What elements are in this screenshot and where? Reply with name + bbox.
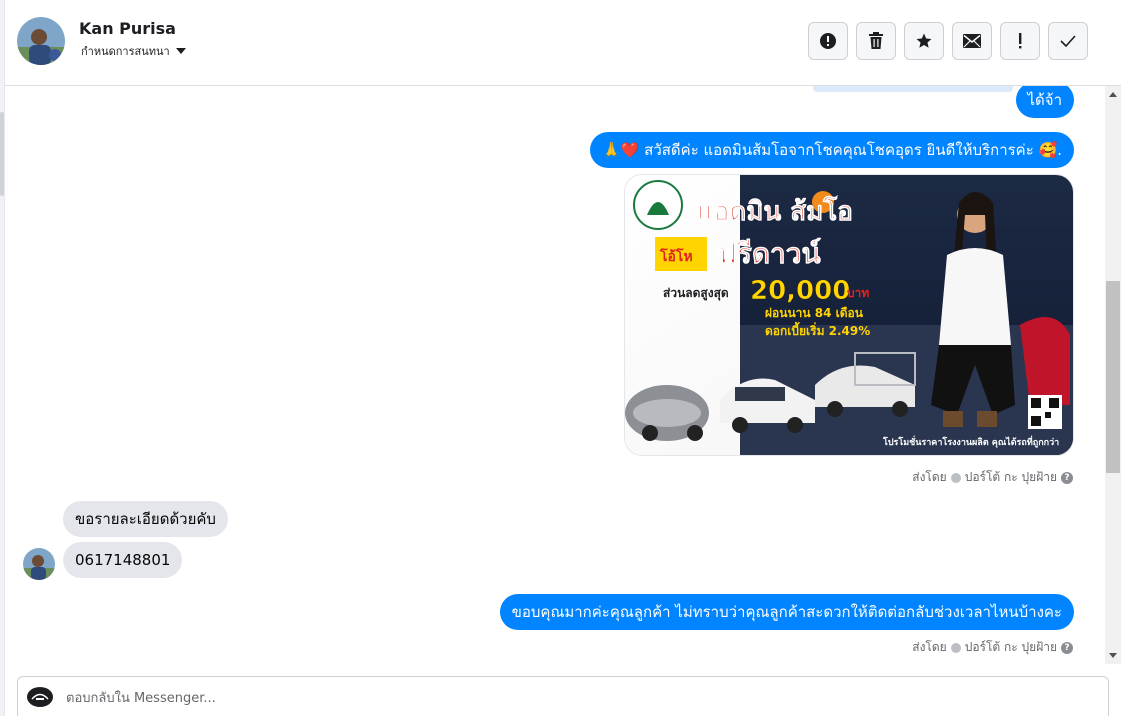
exclamation-icon — [1019, 33, 1022, 49]
conversation-toolbar — [808, 22, 1088, 60]
envelope-icon — [963, 34, 981, 48]
reply-composer — [17, 676, 1109, 716]
incoming-message-bubble[interactable]: ขอรายละเอียดด้วยคับ — [63, 501, 228, 537]
scroll-up-arrow-icon[interactable] — [1109, 92, 1117, 97]
help-icon[interactable]: ? — [1061, 471, 1073, 484]
user-avatar[interactable] — [17, 17, 65, 65]
sent-by-prefix: ส่งโดย — [912, 470, 947, 484]
sent-by-agent[interactable]: ปอร์โต้ กะ ปุยฝ้าย — [965, 638, 1057, 657]
delete-button[interactable] — [856, 22, 896, 60]
trash-icon — [869, 32, 883, 49]
promo-tag-text: โอ้โห — [659, 247, 693, 265]
scroll-down-arrow-icon[interactable] — [1109, 653, 1117, 658]
promo-headline-text: ฟรีดาวน์ — [717, 237, 821, 270]
sent-by-label: ส่งโดย ปอร์โต้ กะ ปุยฝ้าย ? — [912, 638, 1073, 657]
outgoing-message-bubble[interactable]: ได้จ้า — [1015, 86, 1074, 118]
user-name[interactable]: Kan Purisa — [79, 19, 176, 38]
mark-unread-button[interactable] — [952, 22, 992, 60]
help-icon[interactable]: ? — [1061, 641, 1073, 654]
page-avatar — [27, 687, 53, 707]
installment-text: ผ่อนนาน 84 เดือน — [765, 306, 864, 320]
spam-button[interactable] — [808, 22, 848, 60]
assign-conversation-dropdown[interactable]: กำหนดการสนทนา — [81, 42, 186, 60]
promo-brand-text: แอดมิน ส้มโอ — [697, 195, 853, 227]
agent-dot-icon — [950, 472, 961, 483]
mark-done-button[interactable] — [1048, 22, 1088, 60]
reply-input[interactable] — [66, 687, 1066, 709]
sender-avatar[interactable] — [23, 548, 55, 580]
outgoing-message-bubble[interactable]: ขอบคุณมากค่ะคุณลูกค้า ไม่ทราบว่าคุณลูกค้… — [499, 594, 1074, 630]
discount-label-text: ส่วนลดสูงสุด — [663, 286, 729, 301]
sent-by-prefix: ส่งโดย — [912, 640, 947, 654]
incoming-message-bubble[interactable]: 0617148801 — [63, 542, 183, 578]
star-icon — [916, 33, 932, 48]
sent-by-label: ส่งโดย ปอร์โต้ กะ ปุยฝ้าย ? — [912, 468, 1073, 487]
scroll-thumb[interactable] — [1106, 281, 1120, 473]
sent-by-agent[interactable]: ปอร์โต้ กะ ปุยฝ้าย — [965, 468, 1057, 487]
left-scroll-thumb[interactable] — [0, 112, 4, 196]
previous-message-edge — [813, 86, 1013, 92]
assign-conversation-label: กำหนดการสนทนา — [81, 45, 170, 58]
caret-down-icon — [175, 48, 186, 54]
message-thread: ได้จ้า 🙏❤️ สวัสดีค่ะ แอดมินส้มโอจากโชคคุ… — [5, 86, 1105, 664]
conversation-header: Kan Purisa กำหนดการสนทนา — [5, 0, 1121, 86]
thread-scrollbar[interactable] — [1105, 86, 1121, 664]
alert-circle-icon — [820, 33, 836, 49]
discount-unit-text: บาท — [847, 286, 869, 300]
agent-dot-icon — [950, 642, 961, 653]
outgoing-message-bubble[interactable]: 🙏❤️ สวัสดีค่ะ แอดมินส้มโอจากโชคคุณโชคอุด… — [590, 132, 1074, 168]
follow-up-button[interactable] — [1000, 22, 1040, 60]
promo-image-attachment[interactable]: แอดมิน ส้มโอ โอ้โห ฟรีดาวน์ ส่วนลดสูงสุด… — [624, 174, 1074, 456]
interest-text: ดอกเบี้ยเริ่ม 2.49% — [765, 321, 870, 338]
star-button[interactable] — [904, 22, 944, 60]
check-icon — [1060, 35, 1076, 47]
discount-amount-text: 20,000 — [750, 276, 850, 306]
